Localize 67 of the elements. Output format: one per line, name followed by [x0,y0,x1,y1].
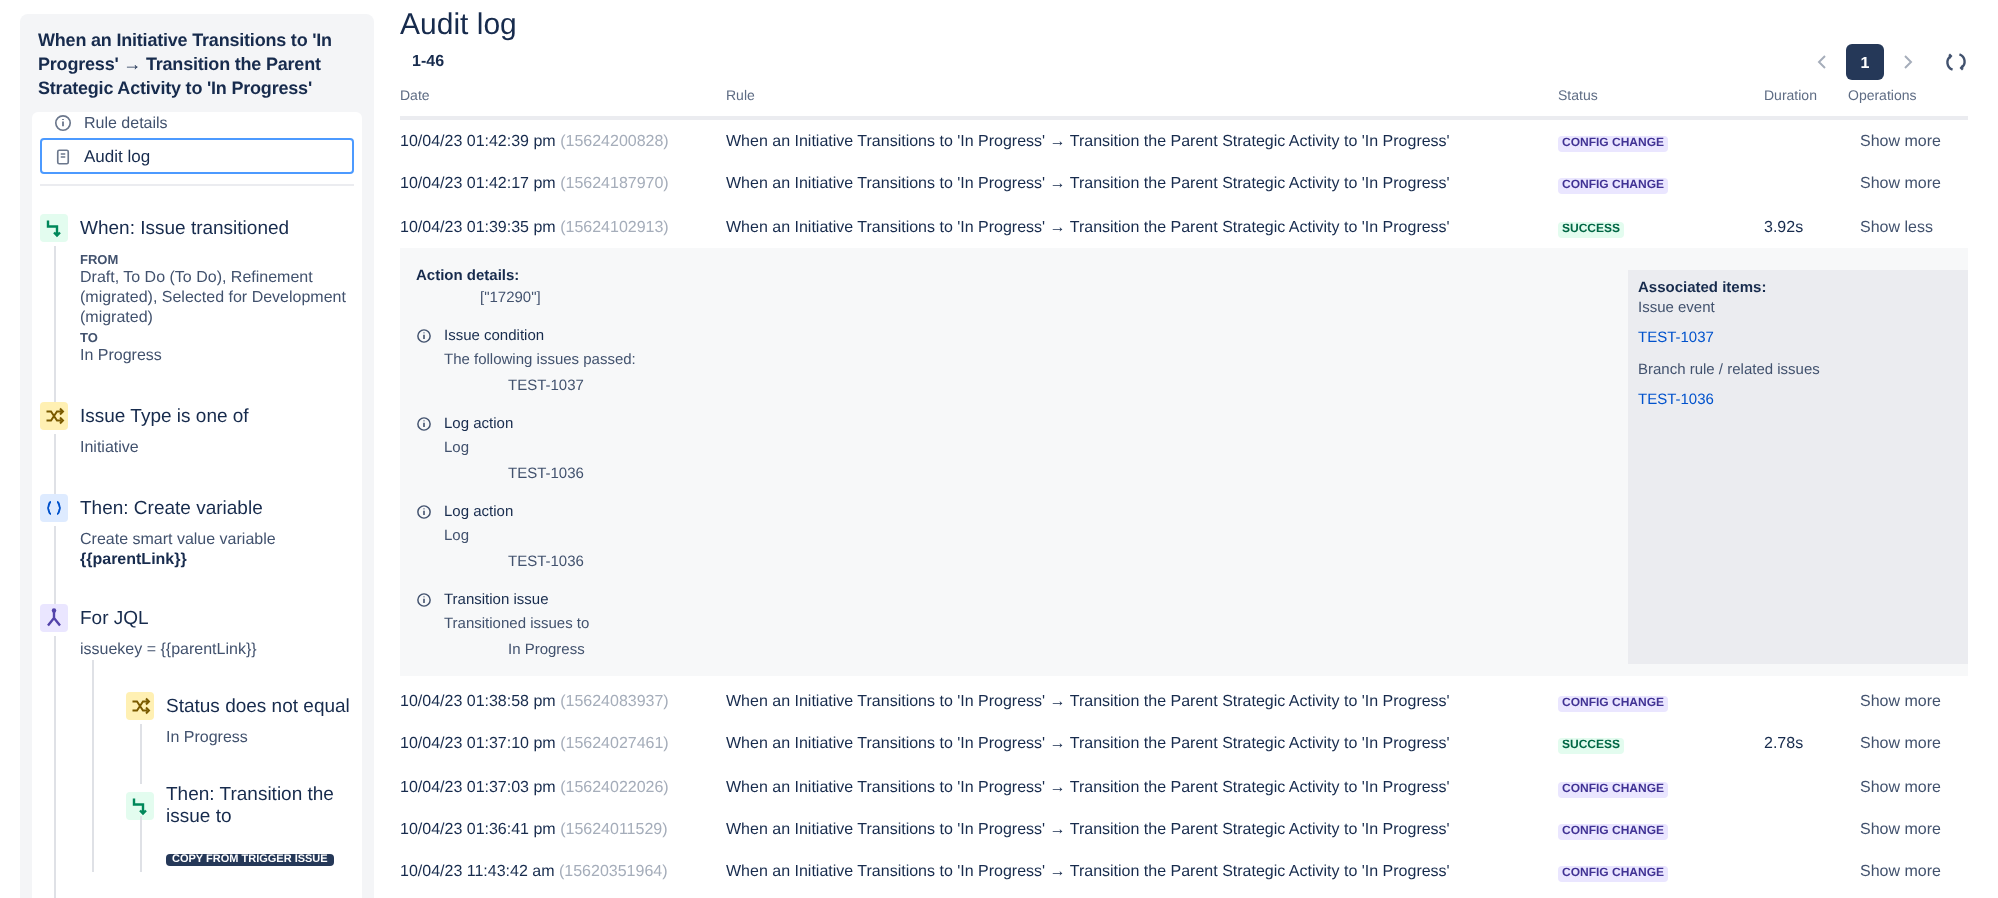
toggle-link[interactable]: Show more [1848,132,1941,151]
step-value: {{parentLink}} [80,550,189,568]
rule-cell-text: When an Initiative Transitions to 'In Progress' → Transition the Parent Strategic Activity to 'In Progress' [726,777,1452,796]
toggle-link[interactable]: Show more [1848,734,1941,753]
step-title[interactable]: Issue Type is one of [80,405,249,427]
date-cell: 10/04/23 01:36:41 pm [400,819,556,838]
nav-item[interactable]: Rule details [40,112,354,134]
step-text: In Progress [80,346,164,366]
toggle-link[interactable]: Show more [1848,862,1941,881]
branch-icon [40,604,68,632]
date-cell: 10/04/23 01:42:17 pm [400,174,556,193]
document-icon [54,147,72,165]
rule-cell-text: When an Initiative Transitions to 'In Progress' → Transition the Parent Strategic Activity to 'In Progress' [726,174,1452,193]
info-icon [416,503,432,520]
date-cell: 10/04/23 01:37:03 pm [400,777,556,796]
rule-cell-text: When an Initiative Transitions to 'In Progress' → Transition the Parent Strategic Activity to 'In Progress' [726,862,1452,881]
result-count: 1-46 [412,52,447,70]
toggle-link[interactable]: Show more [1848,819,1941,838]
log-id: (15624200828) [560,132,669,151]
page-title: Audit log [400,8,517,42]
toggle-link[interactable]: Show more [1848,692,1941,711]
duration-cell: 3.92s [1764,217,1804,236]
step-title[interactable]: Then: Create variable [80,497,263,519]
toggle-link[interactable]: Show more [1848,777,1941,796]
transition-icon [40,214,68,242]
info-icon [416,327,432,344]
log-id: (15624022026) [560,777,669,796]
shuffle-icon [126,692,154,720]
toggle-link[interactable]: Show less [1848,217,1933,236]
step-title[interactable]: Then: Transition the issue to [166,784,354,828]
step-text: Initiative [80,438,141,458]
log-id: (15620351964) [558,862,668,881]
date-cell: 10/04/23 01:37:10 pm [400,734,556,753]
transition-icon [126,792,154,820]
step-text: Draft, To Do (To Do), Refinement (migrated), Selected for Development (migrated) [80,268,348,328]
step-title[interactable]: For JQL [80,607,149,629]
step-text: issuekey = {{parentLink}} [80,640,259,660]
page-button[interactable]: 1 [1846,44,1884,80]
braces-icon [40,494,68,522]
info-icon [54,114,72,132]
rule-cell-text: When an Initiative Transitions to 'In Progress' → Transition the Parent Strategic Activity to 'In Progress' [726,819,1452,838]
date-cell: 10/04/23 01:39:35 pm [400,217,556,236]
log-id: (15624187970) [560,174,669,193]
rule-cell-text: When an Initiative Transitions to 'In Progress' → Transition the Parent Strategic Activity to 'In Progress' [726,217,1452,236]
chevron-right-icon[interactable] [1902,52,1914,72]
log-id: (15624011529) [560,819,668,838]
step-title[interactable]: When: Issue transitioned [80,217,290,239]
log-id: (15624102913) [560,217,669,236]
date-cell: 10/04/23 01:42:39 pm [400,132,556,151]
rule-title: When an Initiative Transitions to 'In Progress' → Transition the Parent Strategic Activity to 'In Progress' [38,28,334,100]
info-icon [416,591,432,608]
nav-item[interactable]: Audit log [40,138,354,174]
step-text: In Progress [166,728,250,748]
log-id: (15624083937) [560,692,669,711]
info-icon [416,415,432,432]
rule-cell-text: When an Initiative Transitions to 'In Progress' → Transition the Parent Strategic Activity to 'In Progress' [726,692,1452,711]
log-id: (15624027461) [560,734,669,753]
chevron-left-icon[interactable] [1816,52,1828,72]
date-cell: 10/04/23 01:38:58 pm [400,692,556,711]
duration-cell: 2.78s [1764,734,1804,753]
shuffle-icon [40,402,68,430]
step-title[interactable]: Status does not equal [166,695,350,717]
step-text: Create smart value variable [80,530,278,550]
date-cell: 10/04/23 11:43:42 am [400,862,555,881]
rule-cell-text: When an Initiative Transitions to 'In Progress' → Transition the Parent Strategic Activity to 'In Progress' [726,734,1452,753]
rule-cell-text: When an Initiative Transitions to 'In Progress' → Transition the Parent Strategic Activity to 'In Progress' [726,132,1452,151]
toggle-link[interactable]: Show more [1848,174,1941,193]
